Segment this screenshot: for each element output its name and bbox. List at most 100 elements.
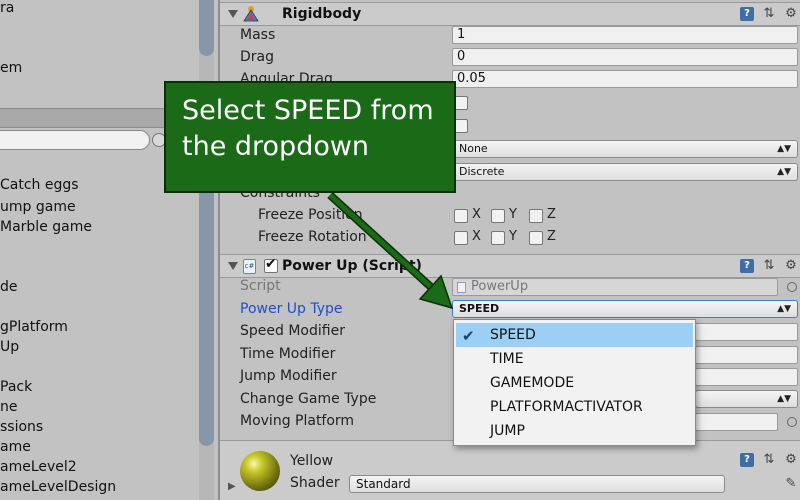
help-book-icon[interactable]: ? <box>740 259 754 273</box>
axis-z-label: Z <box>547 207 556 222</box>
expand-arrow-icon[interactable]: ▶ <box>228 481 236 492</box>
time-modifier-field[interactable] <box>695 346 798 364</box>
freeze-rotation-z-checkbox[interactable] <box>529 231 543 245</box>
power-up-header[interactable]: c# ✔ Power Up (Script) ? ⇅ ⚙ <box>220 254 800 278</box>
project-list-item[interactable]: ne <box>0 398 18 416</box>
gear-icon[interactable]: ⚙ <box>784 7 798 21</box>
interpolate-dropdown[interactable]: None ▲▼ <box>452 140 798 158</box>
object-picker-icon[interactable] <box>787 417 797 427</box>
power-up-type-popup: ✔ SPEED TIME GAMEMODE PLATFORMACTIVATOR … <box>453 319 696 446</box>
script-file-icon <box>457 282 466 293</box>
callout-text: Select SPEED from the dropdown <box>182 95 434 162</box>
project-list-item[interactable]: ssions <box>0 418 43 436</box>
checkmark-icon: ✔ <box>462 327 475 345</box>
script-label: Script <box>240 278 281 294</box>
help-book-icon[interactable]: ? <box>740 7 754 21</box>
collision-detection-value: Discrete <box>459 165 505 178</box>
project-list-item[interactable]: Catch eggs <box>0 176 79 194</box>
speed-modifier-field[interactable] <box>695 323 798 341</box>
collision-detection-dropdown[interactable]: Discrete ▲▼ <box>452 163 798 181</box>
help-book-icon[interactable]: ? <box>740 453 754 467</box>
mass-label: Mass <box>240 27 276 43</box>
shader-label: Shader <box>290 475 340 491</box>
option-platformactivator[interactable]: PLATFORMACTIVATOR <box>456 395 693 419</box>
option-time[interactable]: TIME <box>456 347 693 371</box>
axis-y-label: Y <box>509 207 517 222</box>
project-list-item[interactable]: de <box>0 278 18 296</box>
mass-field[interactable]: 1 <box>452 26 798 44</box>
freeze-rotation-y-checkbox[interactable] <box>491 231 505 245</box>
project-list-item[interactable]: em <box>0 59 22 77</box>
axis-y-label: Y <box>509 229 517 244</box>
material-name: Yellow <box>290 453 334 469</box>
checkmark-icon: ✔ <box>265 256 277 272</box>
preset-icon[interactable]: ⇅ <box>762 259 776 273</box>
project-list-item[interactable]: ame <box>0 438 31 456</box>
edit-icon[interactable]: ✎ <box>784 477 798 491</box>
project-list-item[interactable]: Up <box>0 338 19 356</box>
axis-x-label: X <box>472 229 481 244</box>
object-picker-icon[interactable] <box>787 282 797 292</box>
power-up-title: Power Up (Script) <box>282 258 422 274</box>
project-scrollbar-thumb-top[interactable] <box>199 0 214 56</box>
project-list-item[interactable]: ump game <box>0 198 76 216</box>
power-up-type-dropdown[interactable]: SPEED ▲▼ <box>452 300 798 318</box>
preset-icon[interactable]: ⇅ <box>762 453 776 467</box>
drag-field[interactable]: 0 <box>452 48 798 66</box>
gear-icon[interactable]: ⚙ <box>784 259 798 273</box>
dropdown-arrow-icon: ▲▼ <box>777 394 791 404</box>
moving-platform-label: Moving Platform <box>240 413 355 429</box>
change-game-type-label: Change Game Type <box>240 391 377 407</box>
component-enabled-checkbox[interactable]: ✔ <box>264 256 278 273</box>
script-field: PowerUp <box>452 278 778 296</box>
power-up-type-label: Power Up Type <box>240 301 343 317</box>
power-up-type-value: SPEED <box>459 302 500 315</box>
rigidbody-title: Rigidbody <box>282 6 362 22</box>
freeze-position-label: Freeze Position <box>258 207 363 223</box>
project-list-item[interactable]: ameLevel2 <box>0 458 77 476</box>
freeze-position-x-checkbox[interactable] <box>454 209 468 223</box>
project-list-item[interactable]: ameLevelDesign <box>0 478 116 496</box>
use-gravity-checkbox[interactable] <box>454 96 468 110</box>
drag-label: Drag <box>240 49 275 65</box>
option-label: TIME <box>490 351 524 367</box>
axis-x-label: X <box>472 207 481 222</box>
sphere-preview-icon <box>240 451 280 491</box>
project-list-item[interactable]: ra <box>0 0 14 17</box>
shader-dropdown[interactable]: Standard <box>349 475 725 493</box>
time-modifier-label: Time Modifier <box>240 346 336 362</box>
moving-platform-field[interactable] <box>695 413 778 431</box>
script-icon: c# <box>243 259 256 274</box>
freeze-position-y-checkbox[interactable] <box>491 209 505 223</box>
script-value: PowerUp <box>471 279 529 294</box>
option-speed[interactable]: ✔ SPEED <box>456 323 693 347</box>
gear-icon[interactable]: ⚙ <box>784 453 798 467</box>
is-kinematic-checkbox[interactable] <box>454 119 468 133</box>
rigidbody-header[interactable]: Rigidbody ? ⇅ ⚙ <box>220 2 800 26</box>
change-game-type-dropdown[interactable]: ▲▼ <box>695 390 798 408</box>
angular-drag-field[interactable]: 0.05 <box>452 70 798 88</box>
freeze-rotation-x-checkbox[interactable] <box>454 231 468 245</box>
material-section: Yellow Shader Standard ? ⇅ ⚙ ✎ ▶ <box>220 440 800 500</box>
dropdown-arrow-icon: ▲▼ <box>777 144 791 154</box>
speed-modifier-label: Speed Modifier <box>240 323 345 339</box>
interpolate-value: None <box>459 142 488 155</box>
option-label: PLATFORMACTIVATOR <box>490 399 643 415</box>
option-jump[interactable]: JUMP <box>456 419 693 443</box>
option-gamemode[interactable]: GAMEMODE <box>456 371 693 395</box>
project-search-input[interactable] <box>0 130 150 150</box>
project-list-item[interactable]: Marble game <box>0 218 92 236</box>
fold-arrow-icon[interactable] <box>228 262 238 270</box>
dropdown-arrow-icon: ▲▼ <box>777 167 791 177</box>
jump-modifier-field[interactable] <box>695 368 798 386</box>
project-scrollbar-thumb[interactable] <box>199 150 214 446</box>
axis-z-label: Z <box>547 229 556 244</box>
shader-value: Standard <box>356 477 411 491</box>
freeze-rotation-label: Freeze Rotation <box>258 229 367 245</box>
project-panel: ra em Catch eggs ump game Marble game de gPlat… <box>0 0 218 500</box>
project-list-item[interactable]: gPlatform <box>0 318 68 336</box>
preset-icon[interactable]: ⇅ <box>762 7 776 21</box>
fold-arrow-icon[interactable] <box>228 10 238 18</box>
freeze-position-z-checkbox[interactable] <box>529 209 543 223</box>
project-list-item[interactable]: Pack <box>0 378 32 396</box>
